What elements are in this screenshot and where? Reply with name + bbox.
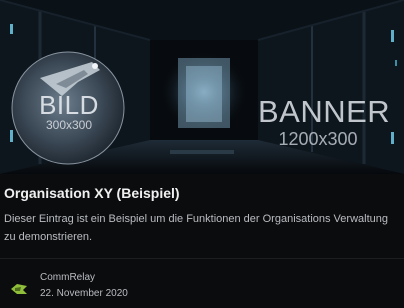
publish-date: 22. November 2020 [40, 288, 128, 299]
banner-image: BILD 300x300 BANNER 1200x300 [0, 0, 404, 174]
entry-description: Dieser Eintrag ist ein Beispiel um die F… [4, 213, 388, 243]
divider [0, 258, 404, 259]
author-name[interactable]: CommRelay [40, 272, 95, 283]
author-info: CommRelay 22. November 2020 [10, 270, 390, 304]
image-placeholder-title: BILD [39, 90, 99, 120]
card-content: Organisation XY (Beispiel) Dieser Eintra… [0, 174, 404, 308]
banner-placeholder-title: BANNER [258, 94, 391, 129]
image-placeholder-size: 300x300 [45, 118, 93, 132]
ship-icon [10, 282, 28, 296]
banner-placeholder-size: 1200x300 [278, 129, 358, 149]
entry-title[interactable]: Organisation XY (Beispiel) [4, 185, 180, 201]
image-placeholder-label: BILD 300x300 [28, 92, 110, 132]
banner-placeholder-label: BANNER 1200x300 [258, 94, 391, 150]
organisation-card[interactable]: BILD 300x300 BANNER 1200x300 Organisatio… [0, 0, 404, 308]
